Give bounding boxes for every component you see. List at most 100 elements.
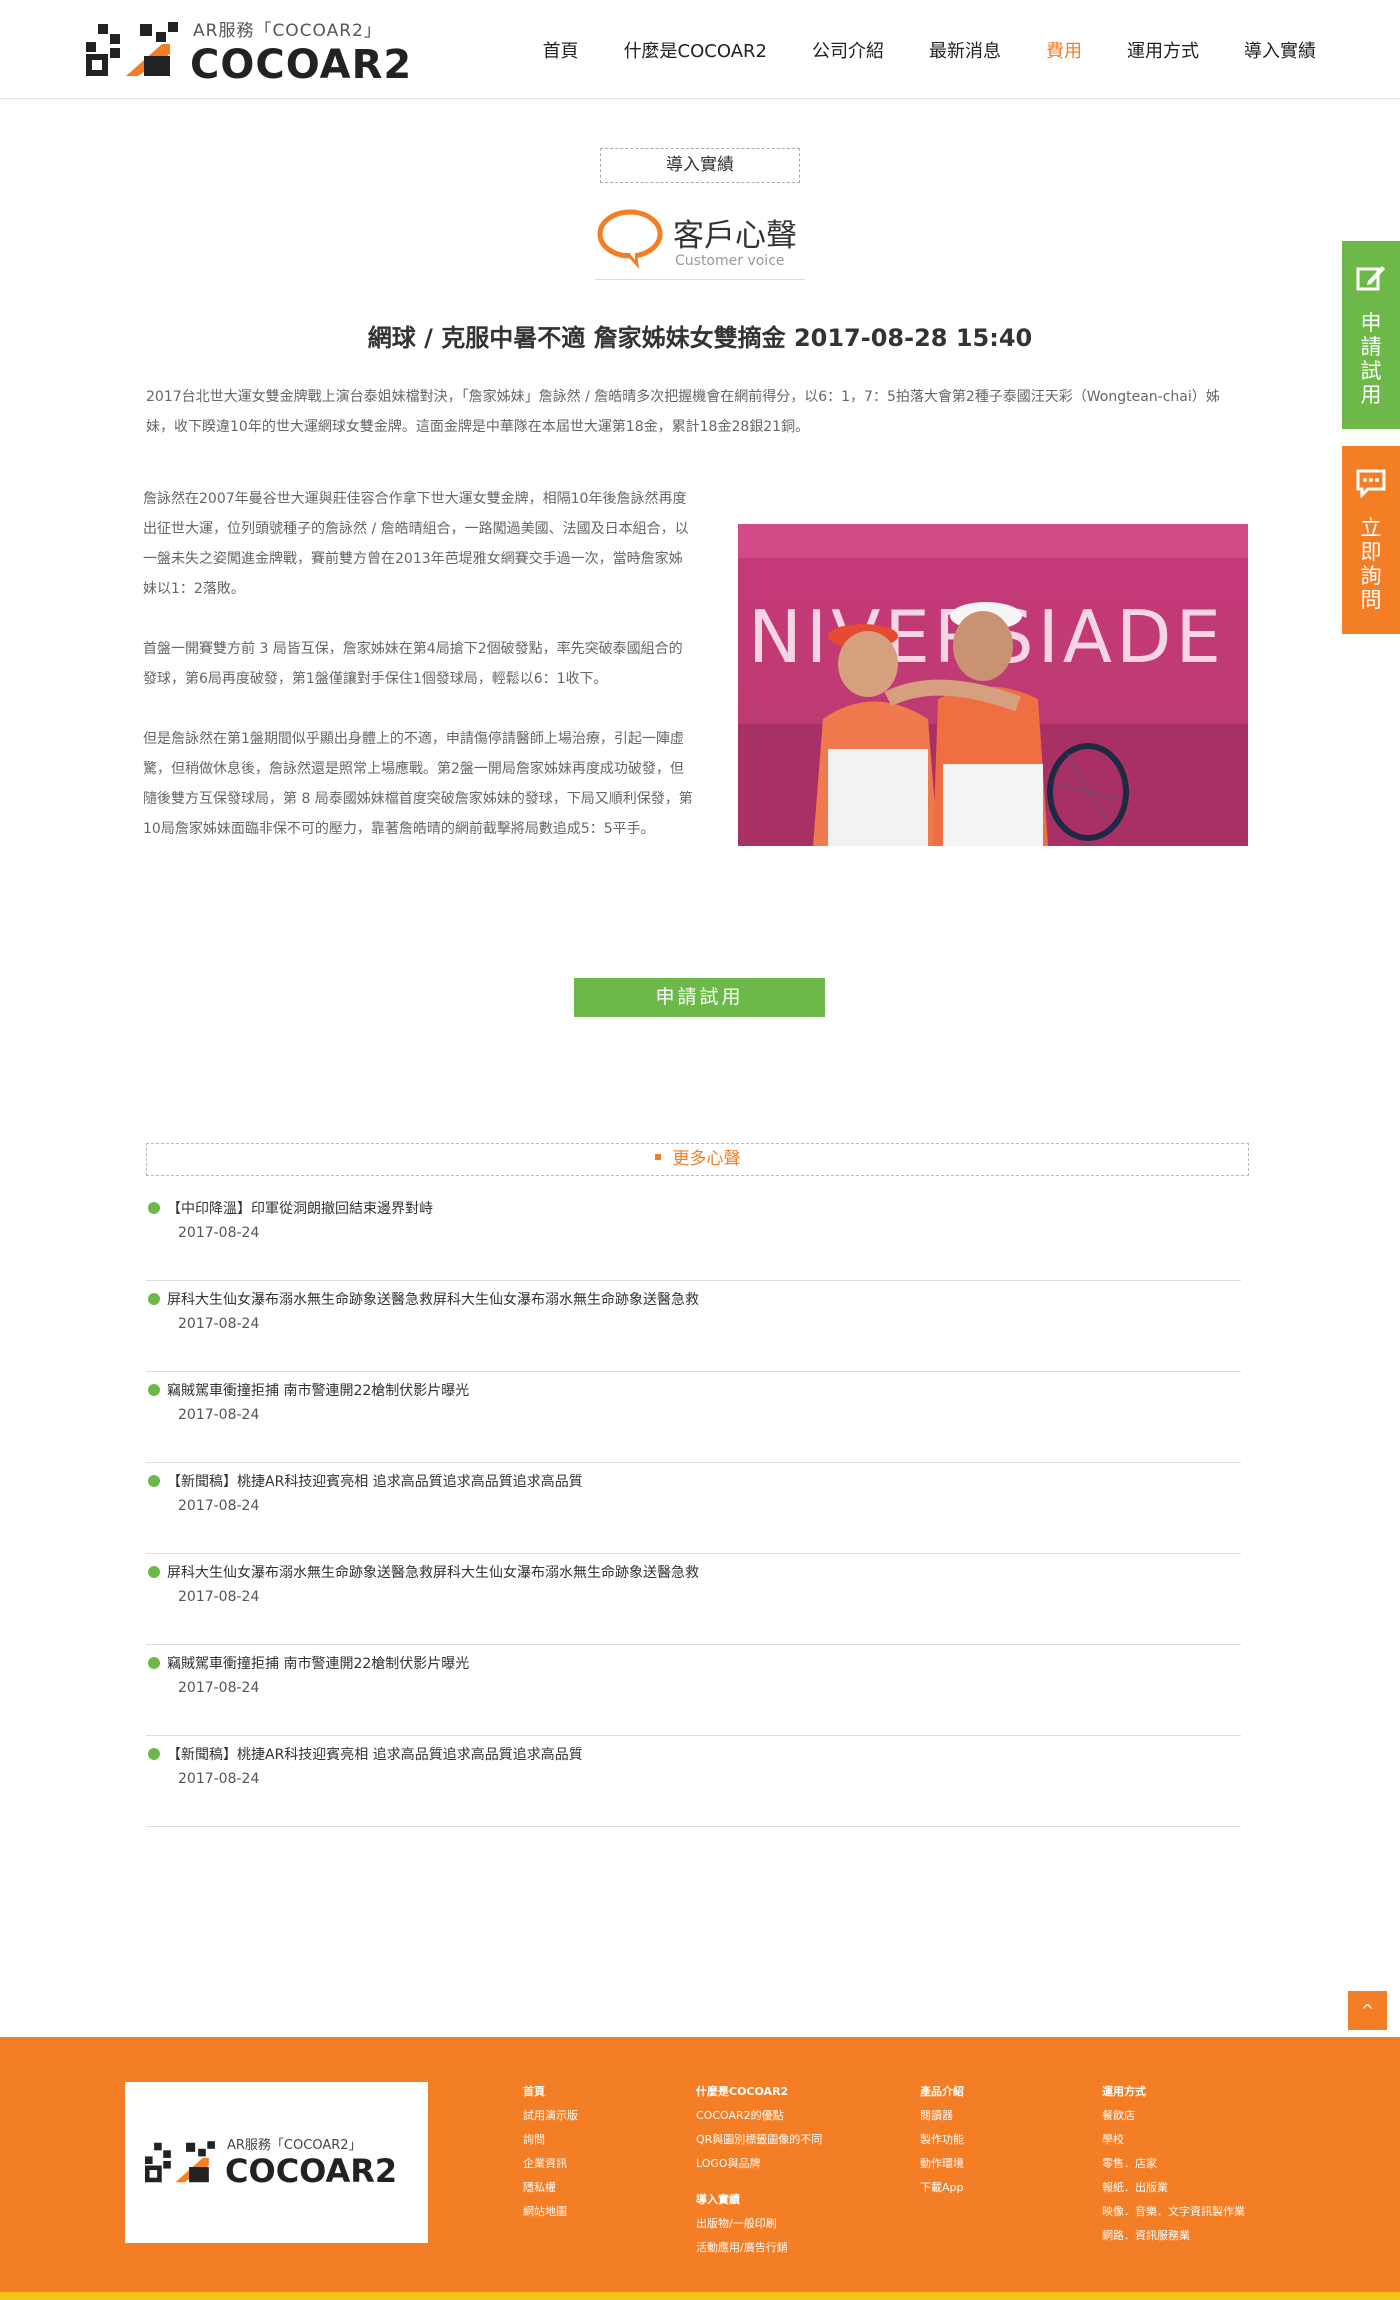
speech-bubble-icon bbox=[597, 209, 663, 269]
footer-link[interactable]: 下載App bbox=[920, 2176, 964, 2200]
square-bullet-icon bbox=[654, 1154, 661, 1160]
list-item-date: 2017-08-24 bbox=[178, 1771, 260, 1787]
footer-link[interactable]: 產品介紹 bbox=[920, 2080, 964, 2104]
list-item-title[interactable]: 屏科大生仙女瀑布溺水無生命跡象送醫急救屏科大生仙女瀑布溺水無生命跡象送醫急救 bbox=[167, 1562, 699, 1582]
more-voices-title: 更多心聲 bbox=[672, 1149, 741, 1169]
list-item[interactable]: 竊賊駕車衝撞拒捕 南市警連開22槍制伏影片曝光 2017-08-24 bbox=[146, 1372, 1241, 1463]
footer-link[interactable]: 學校 bbox=[1102, 2128, 1245, 2152]
footer-link[interactable]: 動作環境 bbox=[920, 2152, 964, 2176]
footer-link[interactable]: 首頁 bbox=[523, 2080, 578, 2104]
footer-link[interactable]: 企業資訊 bbox=[523, 2152, 578, 2176]
voice-title-en: Customer voice bbox=[675, 253, 785, 269]
footer-link[interactable]: 餐飲店 bbox=[1102, 2104, 1245, 2128]
more-voices-header: 更多心聲 bbox=[146, 1143, 1249, 1176]
footer-link[interactable]: QR與圖別標籤圖像的不同 bbox=[696, 2128, 822, 2152]
footer-link[interactable]: COCOAR2的優點 bbox=[696, 2104, 822, 2128]
footer-link[interactable]: 製作功能 bbox=[920, 2128, 964, 2152]
article-paragraph: 但是詹詠然在第1盤期間似乎顯出身體上的不適，申請傷停請醫師上場治療，引起一陣虛驚… bbox=[143, 731, 693, 837]
list-item[interactable]: 【新聞稿】桃捷AR科技迎賓亮相 追求高品質追求高品質追求高品質 2017-08-… bbox=[146, 1736, 1241, 1827]
list-item-date: 2017-08-24 bbox=[178, 1407, 260, 1423]
list-item[interactable]: 竊賊駕車衝撞拒捕 南市警連開22槍制伏影片曝光 2017-08-24 bbox=[146, 1645, 1241, 1736]
list-item-date: 2017-08-24 bbox=[178, 1680, 260, 1696]
site-header: AR服務「COCOAR2」 COCOAR2 首頁 什麼是COCOAR2 公司介紹… bbox=[0, 0, 1400, 99]
list-item[interactable]: 【中印降溫】印軍從洞朗撤回結束邊界對峙 2017-08-24 bbox=[146, 1190, 1241, 1281]
footer-col-about: 什麼是COCOAR2 COCOAR2的優點 QR與圖別標籤圖像的不同 LOGO與… bbox=[696, 2080, 822, 2260]
article-body: 詹詠然在2007年曼谷世大運與莊佳容合作拿下世大運女雙金牌，相隔10年後詹詠然再… bbox=[143, 484, 693, 874]
nav-home[interactable]: 首頁 bbox=[543, 37, 579, 63]
footer-col-site: 首頁 試用演示版 詢問 企業資訊 隱私權 網站地圖 bbox=[523, 2080, 578, 2224]
footer-link[interactable]: 出版物/一般印刷 bbox=[696, 2212, 822, 2236]
article-paragraph: 首盤一開賽雙方前 3 局皆互保，詹家姊妹在第4局搶下2個破發點，率先突破泰國組合… bbox=[143, 641, 683, 687]
list-item-date: 2017-08-24 bbox=[178, 1316, 260, 1332]
list-item-date: 2017-08-24 bbox=[178, 1498, 260, 1514]
footer-link[interactable]: LOGO與品牌 bbox=[696, 2152, 822, 2176]
list-item-date: 2017-08-24 bbox=[178, 1225, 260, 1241]
chevron-up-icon: ^ bbox=[1360, 2001, 1375, 2020]
list-item[interactable]: 屏科大生仙女瀑布溺水無生命跡象送醫急救屏科大生仙女瀑布溺水無生命跡象送醫急救 2… bbox=[146, 1281, 1241, 1372]
main-nav: 首頁 什麼是COCOAR2 公司介紹 最新消息 費用 運用方式 導入實績 bbox=[498, 0, 1316, 99]
chat-icon bbox=[1356, 469, 1386, 498]
article-intro: 2017台北世大運女雙金牌戰上演台泰姐妹檔對決，「詹家姊妹」詹詠然 / 詹皓晴多… bbox=[146, 389, 1220, 435]
voice-title-zh: 客戶心聲 bbox=[673, 218, 797, 254]
footer-link[interactable]: 網路．資訊服務業 bbox=[1102, 2224, 1245, 2248]
list-item-title[interactable]: 【中印降溫】印軍從洞朗撤回結束邊界對峙 bbox=[167, 1198, 433, 1218]
list-item-title[interactable]: 屏科大生仙女瀑布溺水無生命跡象送醫急救屏科大生仙女瀑布溺水無生命跡象送醫急救 bbox=[167, 1289, 699, 1309]
section-tag: 導入實績 bbox=[600, 148, 800, 183]
nav-news[interactable]: 最新消息 bbox=[929, 37, 1001, 63]
green-dot-icon bbox=[148, 1293, 160, 1305]
green-dot-icon bbox=[148, 1748, 160, 1760]
site-logo[interactable]: AR服務「COCOAR2」 COCOAR2 bbox=[86, 16, 426, 88]
cocoar-logo-mark-icon bbox=[145, 2141, 215, 2183]
customer-voice-heading: 客戶心聲 Customer voice bbox=[595, 205, 805, 280]
footer-link[interactable]: 映像．音樂．文字資訊製作業 bbox=[1102, 2200, 1245, 2224]
footer-link[interactable]: 詢問 bbox=[523, 2128, 578, 2152]
logo-tagline: AR服務「COCOAR2」 bbox=[193, 21, 382, 41]
nav-cases[interactable]: 導入實績 bbox=[1244, 37, 1316, 63]
list-item-date: 2017-08-24 bbox=[178, 1589, 260, 1605]
green-dot-icon bbox=[148, 1384, 160, 1396]
back-to-top-button[interactable]: ^ bbox=[1348, 1991, 1387, 2030]
footer-col-products: 產品介紹 閱讀器 製作功能 動作環境 下載App bbox=[920, 2080, 964, 2200]
list-item-title[interactable]: 竊賊駕車衝撞拒捕 南市警連開22槍制伏影片曝光 bbox=[167, 1653, 469, 1673]
list-item-title[interactable]: 【新聞稿】桃捷AR科技迎賓亮相 追求高品質追求高品質追求高品質 bbox=[167, 1471, 583, 1491]
footer-spacer bbox=[696, 2176, 822, 2188]
article-photo: NIVERSIADE bbox=[738, 524, 1248, 846]
footer-logo[interactable]: AR服務「COCOAR2」 COCOAR2 bbox=[125, 2082, 428, 2243]
nav-what-is-cocoar2[interactable]: 什麼是COCOAR2 bbox=[624, 37, 767, 63]
green-dot-icon bbox=[148, 1566, 160, 1578]
footer-link[interactable]: 試用演示版 bbox=[523, 2104, 578, 2128]
footer-link[interactable]: 導入實績 bbox=[696, 2188, 822, 2212]
footer-logo-brand: COCOAR2 bbox=[225, 2152, 398, 2190]
footer-link[interactable]: 零售．店家 bbox=[1102, 2152, 1245, 2176]
footer-link[interactable]: 運用方式 bbox=[1102, 2080, 1245, 2104]
footer-col-usage: 運用方式 餐飲店 學校 零售．店家 報紙．出版業 映像．音樂．文字資訊製作業 網… bbox=[1102, 2080, 1245, 2248]
side-inquire-button[interactable]: 立即詢問 bbox=[1342, 446, 1400, 634]
side-inquire-label: 立即詢問 bbox=[1360, 516, 1382, 612]
footer-bottom-strip bbox=[0, 2292, 1400, 2300]
list-item-title[interactable]: 【新聞稿】桃捷AR科技迎賓亮相 追求高品質追求高品質追求高品質 bbox=[167, 1744, 583, 1764]
more-voices-list: 【中印降溫】印軍從洞朗撤回結束邊界對峙 2017-08-24 屏科大生仙女瀑布溺… bbox=[146, 1190, 1241, 1827]
footer-link[interactable]: 隱私權 bbox=[523, 2176, 578, 2200]
nav-usage[interactable]: 運用方式 bbox=[1127, 37, 1199, 63]
article-title: 網球 / 克服中暑不適 詹家姊妹女雙摘金 2017-08-28 15:40 bbox=[367, 324, 1033, 352]
apply-trial-button[interactable]: 申請試用 bbox=[574, 978, 825, 1017]
footer-link[interactable]: 閱讀器 bbox=[920, 2104, 964, 2128]
footer-logo-tagline: AR服務「COCOAR2」 bbox=[227, 2138, 362, 2153]
green-dot-icon bbox=[148, 1657, 160, 1669]
cocoar-logo-mark-icon bbox=[86, 22, 178, 76]
footer-link[interactable]: 什麼是COCOAR2 bbox=[696, 2080, 822, 2104]
edit-icon bbox=[1356, 266, 1385, 291]
nav-company[interactable]: 公司介紹 bbox=[812, 37, 884, 63]
nav-pricing[interactable]: 費用 bbox=[1046, 37, 1082, 63]
list-item-title[interactable]: 竊賊駕車衝撞拒捕 南市警連開22槍制伏影片曝光 bbox=[167, 1380, 469, 1400]
footer-link[interactable]: 網站地圖 bbox=[523, 2200, 578, 2224]
footer-link[interactable]: 報紙．出版業 bbox=[1102, 2176, 1245, 2200]
article-paragraph: 詹詠然在2007年曼谷世大運與莊佳容合作拿下世大運女雙金牌，相隔10年後詹詠然再… bbox=[143, 491, 689, 597]
side-apply-trial-button[interactable]: 申請試用 bbox=[1342, 241, 1400, 429]
site-footer: AR服務「COCOAR2」 COCOAR2 首頁 試用演示版 詢問 企業資訊 隱… bbox=[0, 2037, 1400, 2300]
list-item[interactable]: 【新聞稿】桃捷AR科技迎賓亮相 追求高品質追求高品質追求高品質 2017-08-… bbox=[146, 1463, 1241, 1554]
tennis-players-photo: NIVERSIADE bbox=[738, 524, 1248, 846]
list-item[interactable]: 屏科大生仙女瀑布溺水無生命跡象送醫急救屏科大生仙女瀑布溺水無生命跡象送醫急救 2… bbox=[146, 1554, 1241, 1645]
footer-link[interactable]: 活動應用/廣告行銷 bbox=[696, 2236, 822, 2260]
logo-brand-text: COCOAR2 bbox=[190, 42, 413, 88]
